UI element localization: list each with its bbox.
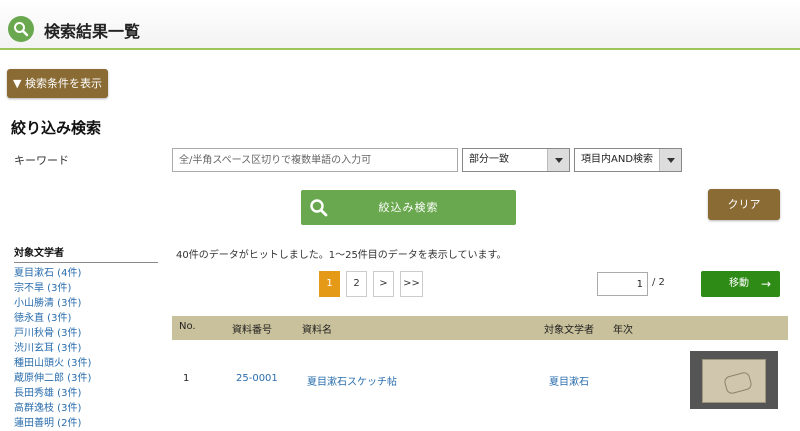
author-facet-heading: 対象文学者 — [14, 244, 158, 263]
match-type-value: 部分一致 — [469, 154, 509, 165]
chevron-down-icon — [659, 149, 681, 171]
last-page-button[interactable]: >> — [400, 271, 423, 297]
table-row: 1 25-0001 夏目漱石スケッチ帖 夏目漱石 — [172, 345, 788, 415]
keyword-label: キーワード — [14, 154, 69, 167]
author-facet-item[interactable]: 宗不旱 (3件) — [14, 281, 158, 296]
search-icon — [8, 16, 34, 42]
author-facet-item[interactable]: 高群逸枝 (3件) — [14, 401, 158, 416]
author-facet-item[interactable]: 蔵原伸二郎 (3件) — [14, 371, 158, 386]
refine-search-button[interactable]: 絞込み検索 — [301, 190, 516, 225]
row-thumbnail[interactable] — [690, 351, 778, 409]
keyword-input[interactable] — [172, 148, 458, 172]
move-button[interactable]: 移動 → — [701, 271, 780, 297]
result-summary: 40件のデータがヒットしました。1～25件目のデータを表示しています。 — [176, 250, 507, 261]
column-no: No. — [179, 321, 196, 332]
row-no: 1 — [183, 373, 190, 384]
arrow-right-icon: → — [761, 277, 772, 291]
search-scope-select[interactable]: 項目内AND検索 — [574, 148, 682, 172]
author-facet: 対象文学者 夏目漱石 (4件) 宗不旱 (3件) 小山勝清 (3件) 徳永直 (… — [14, 244, 158, 431]
author-facet-item[interactable]: 長田秀雄 (3件) — [14, 386, 158, 401]
move-button-label: 移動 — [729, 278, 749, 289]
author-facet-item[interactable]: 小山勝清 (3件) — [14, 296, 158, 311]
column-id: 資料番号 — [232, 325, 272, 336]
page-1-button[interactable]: 1 — [319, 271, 340, 297]
page-number-input[interactable] — [597, 272, 648, 296]
row-name-link[interactable]: 夏目漱石スケッチ帖 — [307, 373, 397, 388]
search-icon — [310, 199, 328, 217]
results-table-header: No. 資料番号 資料名 対象文学者 年次 — [172, 316, 788, 340]
author-facet-item[interactable]: 夏目漱石 (4件) — [14, 266, 158, 281]
clear-button[interactable]: クリア — [708, 189, 780, 220]
author-facet-item[interactable]: 渋川玄耳 (3件) — [14, 341, 158, 356]
author-facet-item[interactable]: 戸川秋骨 (3件) — [14, 326, 158, 341]
refine-search-label: 絞込み検索 — [378, 201, 439, 214]
page-header: 検索結果一覧 — [0, 0, 800, 50]
page-2-button[interactable]: 2 — [346, 271, 367, 297]
page-title: 検索結果一覧 — [44, 22, 141, 41]
author-facet-item[interactable]: 徳永直 (3件) — [14, 311, 158, 326]
show-conditions-button[interactable]: ▼ 検索条件を表示 — [7, 69, 108, 98]
row-id-link[interactable]: 25-0001 — [236, 373, 278, 384]
column-year: 年次 — [613, 325, 633, 336]
chevron-down-icon — [547, 149, 569, 171]
column-name: 資料名 — [302, 325, 332, 336]
author-facet-item[interactable]: 種田山頭火 (3件) — [14, 356, 158, 371]
page-total: / 2 — [652, 277, 665, 288]
match-type-select[interactable]: 部分一致 — [462, 148, 570, 172]
search-scope-value: 項目内AND検索 — [581, 154, 654, 165]
next-page-button[interactable]: > — [373, 271, 394, 297]
row-author-link[interactable]: 夏目漱石 — [549, 373, 589, 388]
refine-search-title: 絞り込み検索 — [11, 119, 102, 137]
author-facet-item[interactable]: 蓮田善明 (2件) — [14, 416, 158, 431]
sketch-image — [702, 359, 766, 403]
column-author: 対象文学者 — [544, 325, 594, 336]
